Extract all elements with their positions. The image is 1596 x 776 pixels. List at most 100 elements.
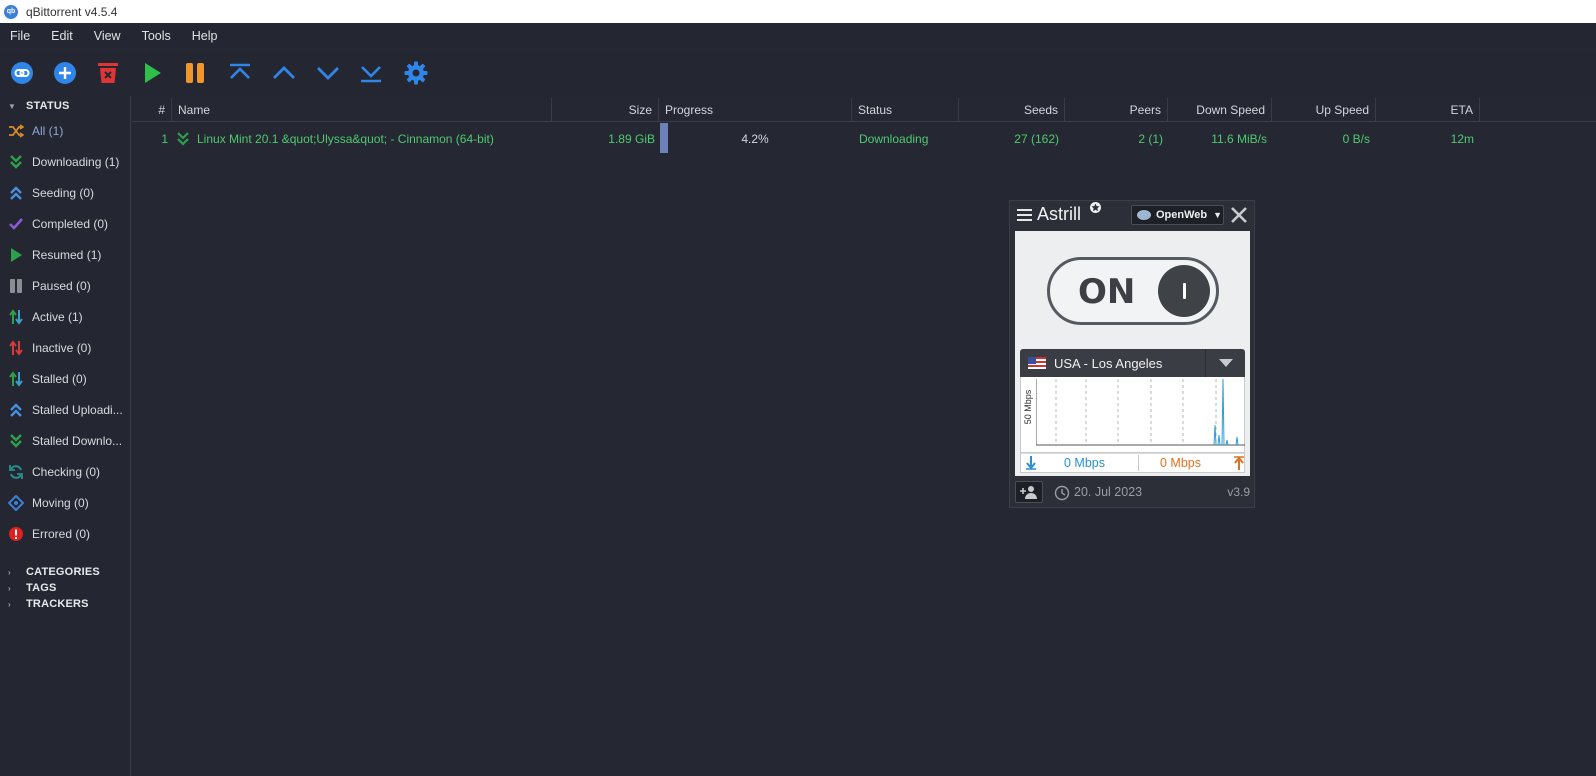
astrill-panel: ON USA - Los Angeles 50 Mbps 0 Mbps 0 Mb… <box>1015 231 1250 476</box>
version-label: v3.9 <box>1227 485 1250 499</box>
sidebar-item-label: Active (1) <box>32 310 83 324</box>
pause-icon <box>186 63 204 83</box>
sidebar-item-moving[interactable]: Moving (0) <box>8 492 130 514</box>
sidebar-item-label: Checking (0) <box>32 465 101 479</box>
toggle-on-label: ON <box>1078 272 1136 312</box>
gear-icon <box>404 61 428 85</box>
options-button[interactable] <box>402 59 430 87</box>
location-label: USA - Los Angeles <box>1054 355 1163 371</box>
add-torrent-button[interactable] <box>51 59 79 87</box>
double-chevron-down-icon <box>8 433 24 449</box>
pause-button[interactable] <box>181 59 209 87</box>
decrease-priority-button[interactable] <box>314 59 342 87</box>
chevron-down-icon: ▼ <box>8 101 17 111</box>
trackers-section-header[interactable]: › TRACKERS <box>8 598 89 610</box>
sidebar-item-label: Stalled Downlo... <box>32 434 123 448</box>
menu-view[interactable]: View <box>84 29 132 43</box>
arrow-top-icon <box>230 63 250 79</box>
astrill-star-icon <box>1090 202 1101 213</box>
resume-button[interactable] <box>138 59 166 87</box>
sidebar-item-label: All (1) <box>32 124 64 138</box>
sidebar-item-stalled-uploading[interactable]: Stalled Uploadi... <box>8 399 130 421</box>
pause-icon <box>8 278 24 294</box>
column-header-status[interactable]: Status <box>852 98 959 122</box>
error-icon <box>8 526 24 542</box>
column-header-seeds[interactable]: Seeds <box>959 98 1065 122</box>
sidebar-item-checking[interactable]: Checking (0) <box>8 461 130 483</box>
sidebar-item-label: Errored (0) <box>32 527 91 541</box>
increase-priority-button[interactable] <box>270 59 298 87</box>
refresh-icon <box>8 464 24 480</box>
menu-tools[interactable]: Tools <box>132 29 182 43</box>
torrent-table-header: # Name Size Progress Status Seeds Peers … <box>132 98 1596 122</box>
upload-arrow-icon <box>1234 456 1244 470</box>
toolbar <box>0 50 1596 96</box>
menu-help[interactable]: Help <box>182 29 229 43</box>
location-selector[interactable]: USA - Los Angeles <box>1020 349 1245 377</box>
sidebar-item-label: Seeding (0) <box>32 186 95 200</box>
sidebar-item-inactive[interactable]: Inactive (0) <box>8 337 130 359</box>
column-header-number[interactable]: # <box>132 98 172 122</box>
arrow-bottom-icon <box>361 66 381 83</box>
progress-percent: 4.2% <box>741 132 769 146</box>
column-header-eta[interactable]: ETA <box>1376 98 1480 122</box>
close-icon[interactable] <box>1230 206 1248 224</box>
download-arrow-icon <box>1026 456 1036 470</box>
download-speed: 0 Mbps <box>1064 456 1105 470</box>
sidebar-item-label: Resumed (1) <box>32 248 102 262</box>
add-user-button[interactable] <box>1015 481 1043 503</box>
table-row[interactable]: 1 Linux Mint 20.1 &quot;Ulyssa&quot; - C… <box>132 123 1596 153</box>
sidebar-item-completed[interactable]: Completed (0) <box>8 213 130 235</box>
column-header-name[interactable]: Name <box>172 98 552 122</box>
sidebar-item-active[interactable]: Active (1) <box>8 306 130 328</box>
openweb-icon <box>1137 210 1151 220</box>
sidebar-item-paused[interactable]: Paused (0) <box>8 275 130 297</box>
sidebar-item-label: Completed (0) <box>32 217 109 231</box>
link-icon <box>11 62 33 84</box>
chevron-right-icon: › <box>8 583 11 593</box>
play-icon <box>145 63 161 83</box>
checkmark-icon <box>8 216 24 232</box>
expiry-date: 20. Jul 2023 <box>1074 485 1143 499</box>
sidebar-item-stalled-downloading[interactable]: Stalled Downlo... <box>8 430 130 452</box>
speed-divider <box>1138 455 1139 471</box>
sidebar-item-seeding[interactable]: Seeding (0) <box>8 182 130 204</box>
column-header-down-speed[interactable]: Down Speed <box>1168 98 1272 122</box>
torrent-eta: 12m <box>1450 132 1474 146</box>
astrill-widget: Astrill OpenWeb ▼ ON USA - Los Angeles 5… <box>1009 200 1255 508</box>
sidebar-item-label: Downloading (1) <box>32 155 120 169</box>
tags-section-header[interactable]: › TAGS <box>8 582 57 594</box>
mode-selector[interactable]: OpenWeb ▼ <box>1131 205 1224 225</box>
progress-bar: 4.2% <box>660 123 850 153</box>
delete-torrent-button[interactable] <box>94 59 122 87</box>
categories-section-header[interactable]: › CATEGORIES <box>8 566 100 578</box>
up-down-arrows-icon <box>8 340 24 356</box>
sidebar-item-label: Moving (0) <box>32 496 89 510</box>
menu-edit[interactable]: Edit <box>41 29 84 43</box>
top-priority-button[interactable] <box>226 59 254 87</box>
sidebar-item-label: Stalled Uploadi... <box>32 403 123 417</box>
bottom-priority-button[interactable] <box>357 59 385 87</box>
menu-file[interactable]: File <box>0 29 41 43</box>
sidebar-item-all[interactable]: All (1) <box>8 120 130 142</box>
dropdown-arrow-icon: ▼ <box>1213 210 1223 220</box>
column-header-size[interactable]: Size <box>552 98 659 122</box>
sidebar-item-resumed[interactable]: Resumed (1) <box>8 244 130 266</box>
hamburger-menu-icon[interactable] <box>1017 208 1032 222</box>
add-link-button[interactable] <box>8 59 36 87</box>
chevron-down-icon[interactable] <box>1205 349 1245 377</box>
tags-label: TAGS <box>26 582 57 594</box>
column-header-progress[interactable]: Progress <box>659 98 852 122</box>
column-header-up-speed[interactable]: Up Speed <box>1272 98 1376 122</box>
clock-icon <box>1054 485 1070 501</box>
column-header-peers[interactable]: Peers <box>1065 98 1168 122</box>
sidebar-item-stalled[interactable]: Stalled (0) <box>8 368 130 390</box>
sidebar-item-downloading[interactable]: Downloading (1) <box>8 151 130 173</box>
chevron-up-icon <box>273 66 295 79</box>
sidebar-item-errored[interactable]: Errored (0) <box>8 523 130 545</box>
astrill-header: Astrill OpenWeb ▼ <box>1010 201 1256 231</box>
status-section-header[interactable]: ▼ STATUS <box>8 100 70 112</box>
window-titlebar: qb qBittorrent v4.5.4 <box>0 0 1596 23</box>
plus-circle-icon <box>54 62 76 84</box>
vpn-toggle[interactable]: ON <box>1047 257 1219 325</box>
